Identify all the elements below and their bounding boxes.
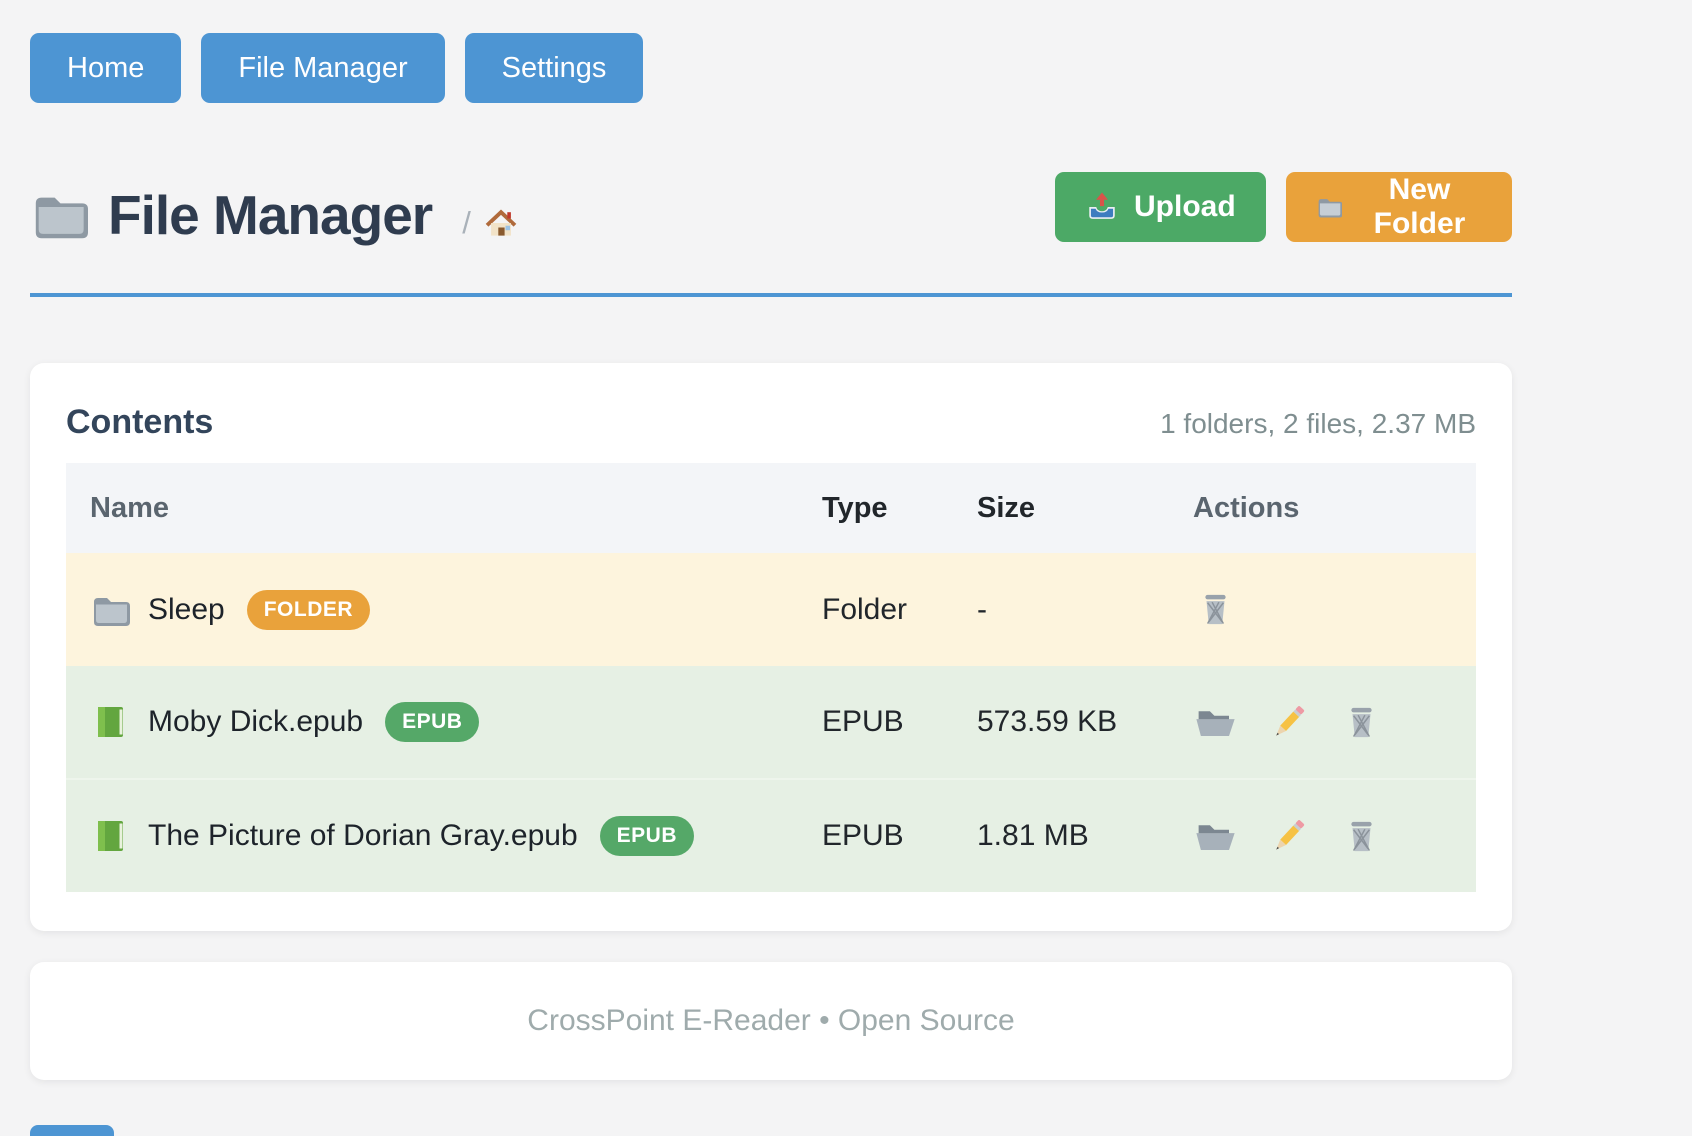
row-actions bbox=[1193, 587, 1476, 632]
column-header-type: Type bbox=[822, 463, 977, 553]
footer-text: CrossPoint E-Reader • Open Source bbox=[527, 1004, 1014, 1038]
open-action-button[interactable] bbox=[1193, 700, 1238, 745]
nav-file-manager-button[interactable]: File Manager bbox=[201, 33, 444, 103]
table-row: Moby Dick.epubEPUBEPUB573.59 KB bbox=[66, 666, 1476, 779]
folder-icon bbox=[30, 186, 88, 244]
new-folder-button-label: New Folder bbox=[1357, 173, 1482, 241]
upload-tray-icon bbox=[1085, 190, 1119, 224]
nav-settings-button[interactable]: Settings bbox=[465, 33, 644, 103]
breadcrumb: / bbox=[462, 205, 519, 241]
folder-icon bbox=[1316, 190, 1342, 224]
trash-icon bbox=[1339, 700, 1384, 745]
open-folder-icon bbox=[1193, 700, 1238, 745]
footer-card: CrossPoint E-Reader • Open Source bbox=[30, 962, 1512, 1080]
size-cell: - bbox=[977, 553, 1193, 666]
book-icon bbox=[90, 702, 130, 742]
size-cell: 1.81 MB bbox=[977, 779, 1193, 892]
delete-action-button[interactable] bbox=[1193, 587, 1238, 632]
type-badge: FOLDER bbox=[247, 590, 370, 630]
file-name: Sleep bbox=[148, 593, 225, 627]
type-badge: EPUB bbox=[600, 816, 694, 856]
trash-icon bbox=[1193, 587, 1238, 632]
column-header-name: Name bbox=[66, 463, 822, 553]
type-badge: EPUB bbox=[385, 702, 479, 742]
file-table: Name Type Size Actions Sleep FOLDER Folder… bbox=[66, 463, 1476, 892]
breadcrumb-separator: / bbox=[462, 205, 471, 241]
type-cell: EPUB bbox=[822, 666, 977, 779]
pencil-icon bbox=[1266, 814, 1311, 859]
home-icon[interactable] bbox=[483, 205, 519, 241]
row-actions bbox=[1193, 814, 1476, 859]
edit-action-button[interactable] bbox=[1266, 700, 1311, 745]
top-nav: Home File Manager Settings bbox=[30, 33, 643, 103]
book-icon bbox=[90, 816, 130, 856]
table-row: Sleep FOLDER Folder- bbox=[66, 553, 1476, 666]
delete-action-button[interactable] bbox=[1339, 814, 1384, 859]
file-name: Moby Dick.epub bbox=[148, 705, 363, 739]
contents-heading: Contents bbox=[66, 403, 213, 442]
header-divider bbox=[30, 293, 1512, 297]
contents-summary: 1 folders, 2 files, 2.37 MB bbox=[1160, 408, 1476, 440]
table-row: The Picture of Dorian Gray.epubEPUBEPUB1… bbox=[66, 779, 1476, 892]
clipped-button-fragment bbox=[30, 1125, 114, 1136]
row-actions bbox=[1193, 700, 1476, 745]
upload-button[interactable]: Upload bbox=[1055, 172, 1266, 242]
size-cell: 573.59 KB bbox=[977, 666, 1193, 779]
type-cell: EPUB bbox=[822, 779, 977, 892]
header-actions: Upload New Folder bbox=[1055, 172, 1512, 242]
column-header-actions: Actions bbox=[1193, 463, 1476, 553]
delete-action-button[interactable] bbox=[1339, 700, 1384, 745]
contents-card: Contents 1 folders, 2 files, 2.37 MB Nam… bbox=[30, 363, 1512, 931]
folder-icon bbox=[90, 590, 130, 630]
open-folder-icon bbox=[1193, 814, 1238, 859]
table-header-row: Name Type Size Actions bbox=[66, 463, 1476, 553]
file-name: The Picture of Dorian Gray.epub bbox=[148, 819, 578, 853]
nav-home-button[interactable]: Home bbox=[30, 33, 181, 103]
type-cell: Folder bbox=[822, 553, 977, 666]
page-header: File Manager / bbox=[30, 183, 519, 247]
new-folder-button[interactable]: New Folder bbox=[1286, 172, 1512, 242]
open-action-button[interactable] bbox=[1193, 814, 1238, 859]
pencil-icon bbox=[1266, 700, 1311, 745]
upload-button-label: Upload bbox=[1134, 190, 1236, 224]
page-title: File Manager bbox=[108, 183, 432, 247]
column-header-size: Size bbox=[977, 463, 1193, 553]
edit-action-button[interactable] bbox=[1266, 814, 1311, 859]
trash-icon bbox=[1339, 814, 1384, 859]
